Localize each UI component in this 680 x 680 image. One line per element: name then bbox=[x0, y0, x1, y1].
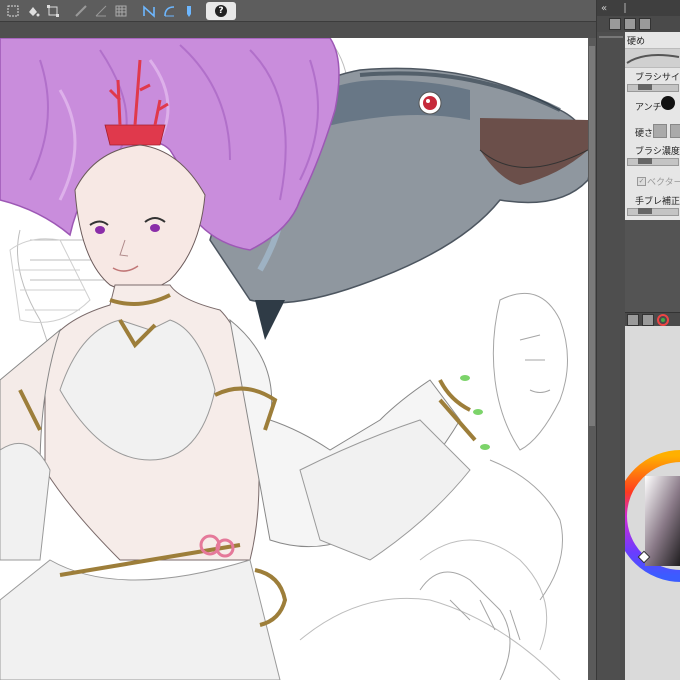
help-icon: ? bbox=[215, 4, 227, 17]
color-wheel-panel bbox=[625, 326, 680, 680]
selection-icon[interactable] bbox=[4, 2, 22, 20]
stabilizer-slider[interactable] bbox=[627, 208, 679, 216]
panel-tabs bbox=[597, 16, 680, 32]
artwork bbox=[0, 38, 588, 680]
tab-icon-1[interactable] bbox=[609, 18, 621, 30]
collapse-arrows-icon[interactable]: « bbox=[601, 3, 607, 14]
panel-grip[interactable] bbox=[599, 36, 623, 38]
ruler-icon[interactable] bbox=[72, 2, 90, 20]
curve-ruler-icon[interactable] bbox=[160, 2, 178, 20]
canvas-scrollbar[interactable] bbox=[588, 38, 596, 680]
hardness-options[interactable] bbox=[653, 124, 680, 138]
tab-icon-2[interactable] bbox=[624, 18, 636, 30]
brush-density-label: ブラシ濃度 bbox=[635, 147, 680, 157]
anti-alias-icon[interactable] bbox=[661, 96, 675, 110]
bucket-icon[interactable] bbox=[24, 2, 42, 20]
brush-density-slider[interactable] bbox=[627, 158, 679, 166]
hardness-label: 硬さ bbox=[635, 129, 654, 139]
help-button[interactable]: ? bbox=[206, 1, 236, 20]
perspective-icon[interactable] bbox=[92, 2, 110, 20]
anti-alias-label: アンチ bbox=[635, 103, 662, 113]
brush-preview bbox=[625, 48, 680, 68]
canvas-area[interactable] bbox=[0, 38, 596, 680]
symmetry-icon[interactable] bbox=[140, 2, 158, 20]
main-toolbar: ? bbox=[0, 0, 596, 22]
brush-size-slider[interactable] bbox=[627, 84, 679, 92]
stabilizer-label: 手ブレ補正 bbox=[635, 197, 680, 207]
tool-property-panel: 硬め ブラシサイズ アンチ 硬さ ブラシ濃度 ✓ ベクター 手ブレ補正 bbox=[625, 32, 680, 220]
color-tab-icon-2[interactable] bbox=[642, 314, 654, 326]
pen-pressure-icon[interactable] bbox=[180, 2, 198, 20]
color-wheel[interactable] bbox=[625, 446, 680, 586]
grid-icon[interactable] bbox=[112, 2, 130, 20]
tab-icon-3[interactable] bbox=[639, 18, 651, 30]
panel-header: « bbox=[597, 0, 680, 16]
brush-size-label: ブラシサイズ bbox=[635, 73, 680, 83]
scrollbar-thumb[interactable] bbox=[589, 46, 595, 426]
canvas-tab-bar bbox=[0, 22, 596, 39]
color-panel-header bbox=[625, 312, 680, 327]
color-wheel-icon[interactable] bbox=[657, 314, 669, 326]
vector-label: ベクター bbox=[647, 178, 680, 188]
right-panel: « 硬め ブラシサイズ アンチ 硬さ ブラシ濃度 ✓ ベクター 手ブレ補正 bbox=[596, 0, 680, 680]
color-tab-icon-1[interactable] bbox=[627, 314, 639, 326]
vector-checkbox[interactable]: ✓ bbox=[637, 177, 646, 186]
transform-icon[interactable] bbox=[44, 2, 62, 20]
brush-name: 硬め bbox=[627, 37, 646, 47]
panel-sidebar bbox=[597, 32, 625, 680]
